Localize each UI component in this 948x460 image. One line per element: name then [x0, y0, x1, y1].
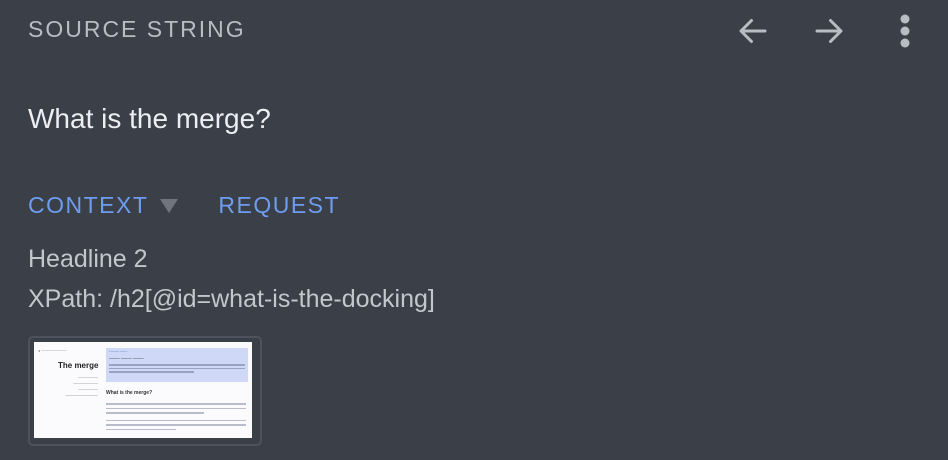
section-title: SOURCE STRING — [28, 16, 246, 42]
thumbnail-image: ◂ ───────── The merge ──────── ──────────… — [34, 342, 252, 438]
thumbnail-text-line — [106, 419, 246, 421]
tab-request[interactable]: REQUEST — [218, 192, 340, 219]
arrow-right-icon — [815, 19, 843, 43]
thumbnail-sidebar: ◂ ───────── The merge ──────── ──────────… — [38, 348, 98, 399]
source-string-text: What is the merge? — [28, 103, 271, 134]
thumbnail-text-line — [106, 407, 246, 409]
arrow-left-icon — [739, 19, 767, 43]
thumbnail-panel-caption: ──── ─── — [109, 350, 128, 354]
tab-context[interactable]: CONTEXT — [28, 192, 148, 219]
more-vert-icon — [900, 14, 910, 48]
thumbnail-text-line — [106, 428, 176, 430]
thumbnail-panel-heading: ─── ─── ─── — [109, 356, 144, 362]
thumbnail-breadcrumb: ◂ ───────── — [38, 348, 67, 353]
thumbnail-text-line — [106, 403, 246, 405]
thumbnail-body-text — [106, 400, 246, 433]
thumbnail-section-heading: What is the merge? — [106, 390, 153, 396]
previous-string-button[interactable] — [732, 10, 774, 52]
context-screenshot-thumbnail[interactable]: ◂ ───────── The merge ──────── ──────────… — [28, 336, 262, 446]
thumbnail-page-title: The merge — [58, 361, 99, 370]
context-tabs: CONTEXT REQUEST — [28, 192, 340, 219]
thumbnail-text-line — [109, 364, 245, 366]
more-options-button[interactable] — [884, 10, 926, 52]
next-string-button[interactable] — [808, 10, 850, 52]
thumbnail-nav: ──────── ────────── ──────── ───────────── — [65, 376, 98, 398]
thumbnail-highlighted-heading: ──── ─── ─── ─── ─── — [106, 348, 248, 382]
thumbnail-text-line — [109, 367, 245, 369]
context-element-type: Headline 2 — [28, 245, 148, 273]
toolbar — [732, 10, 926, 52]
thumbnail-text-line — [106, 412, 204, 414]
context-dropdown-caret-icon[interactable] — [160, 198, 179, 213]
thumbnail-text-line — [106, 424, 246, 426]
thumbnail-text-line — [109, 371, 195, 373]
context-xpath: XPath: /h2[@id=what-is-the-docking] — [28, 285, 435, 313]
